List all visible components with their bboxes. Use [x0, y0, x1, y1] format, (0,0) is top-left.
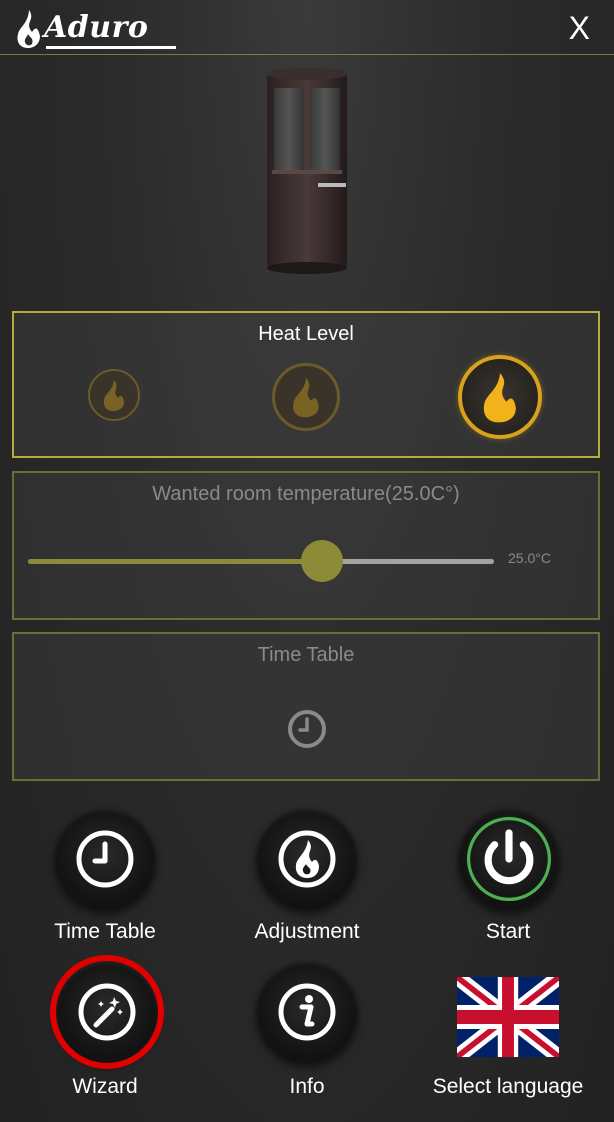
info-icon: [278, 983, 336, 1041]
start-label: Start: [485, 920, 531, 943]
stove-image: [267, 68, 347, 274]
temperature-slider-thumb[interactable]: [300, 540, 343, 582]
select-language-label[interactable]: Select language: [408, 1075, 608, 1099]
aduro-logo: Aduro: [14, 8, 176, 49]
heat-level-panel: Heat Level: [12, 311, 600, 458]
temperature-value: 25.0°C: [508, 550, 551, 566]
uk-flag-icon[interactable]: [457, 977, 559, 1057]
heat-level-1-button[interactable]: [88, 369, 140, 421]
heat-level-3-button[interactable]: [458, 355, 542, 439]
time-table-button[interactable]: [54, 808, 156, 910]
flame-icon: [483, 373, 516, 423]
wizard-highlight-ring: [50, 955, 164, 1069]
logo-flame-icon: [17, 10, 40, 48]
clock-icon: [76, 830, 134, 888]
adjustment-label: Adjustment: [254, 920, 360, 943]
temperature-panel: Wanted room temperature(25.0C°) 25.0°C: [12, 471, 600, 620]
wizard-label: Wizard: [72, 1075, 138, 1098]
timetable-title: Time Table: [257, 644, 355, 666]
power-icon: [466, 816, 552, 902]
heat-level-2-button[interactable]: [272, 363, 340, 431]
start-button[interactable]: [458, 808, 560, 910]
timetable-panel: Time Table: [12, 632, 600, 781]
logo-underline: [46, 46, 176, 49]
temperature-slider-fill: [28, 559, 322, 564]
flame-icon: [278, 830, 336, 888]
heat-level-title: Heat Level: [258, 323, 354, 345]
adjustment-button[interactable]: [256, 808, 358, 910]
info-button[interactable]: [256, 961, 358, 1063]
close-button[interactable]: X: [569, 10, 590, 47]
info-label: Info: [289, 1075, 325, 1098]
temperature-slider[interactable]: [28, 540, 494, 582]
temperature-title: Wanted room temperature(25.0C°): [152, 483, 460, 505]
header: Aduro X: [0, 0, 614, 55]
flame-icon: [103, 380, 124, 411]
logo-text: Aduro: [44, 10, 149, 45]
flame-icon: [293, 378, 319, 418]
time-table-label: Time Table: [54, 920, 156, 943]
clock-icon[interactable]: [286, 708, 328, 750]
